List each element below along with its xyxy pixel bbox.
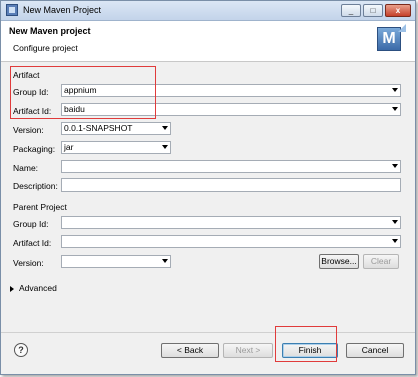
artifact-highlight-box — [10, 66, 156, 119]
chevron-down-icon[interactable] — [162, 145, 168, 149]
chevron-down-icon[interactable] — [392, 88, 398, 92]
chevron-down-icon[interactable] — [392, 164, 398, 168]
wizard-header: New Maven project Configure project M — [1, 21, 415, 62]
description-label: Description: — [13, 181, 58, 191]
minimize-button[interactable]: _ — [341, 4, 361, 17]
parent-project-section-label: Parent Project — [13, 202, 67, 212]
new-maven-project-window: New Maven Project _ □ x New Maven projec… — [0, 0, 416, 375]
eclipse-app-icon — [6, 4, 18, 16]
browse-button[interactable]: Browse... — [319, 254, 359, 269]
parent-group-id-label: Group Id: — [13, 219, 49, 229]
chevron-down-icon[interactable] — [162, 126, 168, 130]
parent-group-id-combo[interactable] — [61, 216, 401, 229]
version-label: Version: — [13, 125, 44, 135]
chevron-down-icon[interactable] — [392, 107, 398, 111]
expand-arrow-icon[interactable] — [10, 286, 14, 292]
title-bar[interactable]: New Maven Project _ □ x — [1, 1, 415, 21]
next-button[interactable]: Next > — [223, 343, 273, 358]
name-combo[interactable] — [61, 160, 401, 173]
close-button[interactable]: x — [385, 4, 411, 17]
finish-highlight-box — [275, 326, 337, 362]
parent-artifact-id-label: Artifact Id: — [13, 238, 52, 248]
window-title: New Maven Project — [23, 5, 102, 15]
version-value: 0.0.1-SNAPSHOT — [64, 123, 133, 133]
advanced-toggle[interactable]: Advanced — [19, 283, 57, 293]
version-combo[interactable]: 0.0.1-SNAPSHOT — [61, 122, 171, 135]
packaging-value: jar — [64, 142, 74, 152]
parent-artifact-id-combo[interactable] — [61, 235, 401, 248]
name-label: Name: — [13, 163, 39, 173]
parent-version-combo[interactable] — [61, 255, 171, 268]
wizard-title: New Maven project — [9, 26, 91, 36]
chevron-down-icon[interactable] — [392, 220, 398, 224]
wizard-subtitle: Configure project — [13, 43, 78, 53]
chevron-down-icon[interactable] — [392, 239, 398, 243]
footer-divider — [1, 332, 415, 333]
description-field[interactable] — [61, 178, 401, 192]
parent-version-label: Version: — [13, 258, 44, 268]
help-icon[interactable]: ? — [14, 343, 28, 357]
back-button[interactable]: < Back — [161, 343, 219, 358]
maven-logo-icon: M — [377, 24, 406, 51]
packaging-combo[interactable]: jar — [61, 141, 171, 154]
clear-button[interactable]: Clear — [363, 254, 399, 269]
packaging-label: Packaging: — [13, 144, 56, 154]
chevron-down-icon[interactable] — [162, 259, 168, 263]
cancel-button[interactable]: Cancel — [346, 343, 404, 358]
maximize-button[interactable]: □ — [363, 4, 383, 17]
